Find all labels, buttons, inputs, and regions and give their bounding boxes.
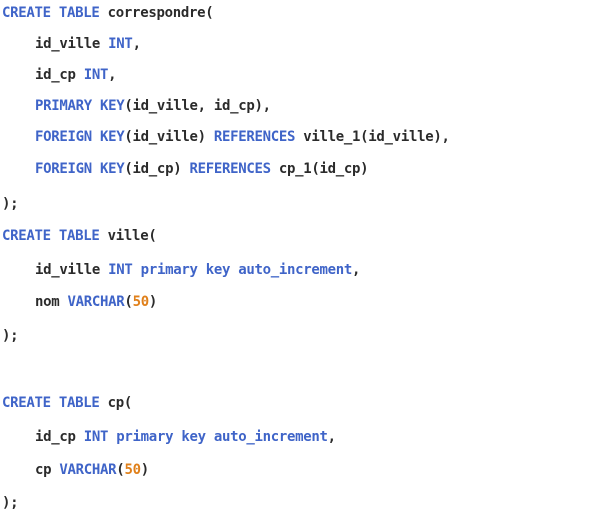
code-line: id_cp INT, (35, 64, 117, 86)
sql-keyword: REFERENCES (189, 161, 271, 177)
sql-identifier: correspondre( (99, 5, 214, 21)
sql-identifier: ); (2, 328, 19, 344)
sql-identifier: ); (2, 196, 19, 212)
code-line: cp VARCHAR(50) (35, 459, 149, 481)
sql-number: 50 (132, 294, 150, 310)
sql-identifier: id_cp (35, 429, 84, 445)
sql-identifier: , (132, 36, 141, 52)
code-line: FOREIGN KEY(id_ville) REFERENCES ville_1… (35, 126, 450, 148)
sql-identifier: cp( (99, 395, 133, 411)
sql-keyword: FOREIGN KEY (35, 129, 125, 145)
code-line: ); (2, 492, 19, 514)
sql-identifier: , (108, 67, 117, 83)
sql-identifier: (id_ville, id_cp), (124, 98, 271, 114)
sql-code-view: CREATE TABLE correspondre(id_ville INT, i… (0, 0, 592, 517)
code-line: PRIMARY KEY(id_ville, id_cp), (35, 95, 271, 117)
sql-keyword: CREATE TABLE (2, 395, 100, 411)
code-line: CREATE TABLE ville( (2, 225, 157, 247)
sql-keyword: REFERENCES (213, 129, 296, 145)
code-line: ); (2, 193, 19, 215)
sql-keyword: CREATE TABLE (2, 228, 100, 244)
sql-identifier: (id_cp) (124, 161, 190, 177)
sql-keyword: FOREIGN KEY (35, 161, 125, 177)
code-line: CREATE TABLE correspondre( (2, 2, 214, 24)
sql-identifier: cp (35, 462, 60, 478)
sql-identifier: (id_ville) (124, 129, 214, 145)
sql-keyword: CREATE TABLE (2, 5, 100, 21)
code-line: id_ville INT, (35, 33, 141, 55)
sql-identifier: ville_1(id_ville), (295, 129, 450, 145)
sql-number: 50 (124, 462, 141, 478)
sql-identifier: cp_1(id_cp) (270, 161, 369, 177)
sql-identifier: , (352, 262, 361, 278)
code-line: nom VARCHAR(50) (35, 291, 157, 313)
sql-keyword: INT (108, 36, 133, 52)
sql-identifier: ) (140, 462, 149, 478)
sql-identifier: ville( (99, 228, 157, 244)
sql-identifier: id_cp (35, 67, 84, 83)
sql-keyword: INT primary key auto_increment (108, 262, 353, 278)
sql-identifier: id_ville (35, 262, 109, 278)
sql-identifier: id_ville (35, 36, 109, 52)
sql-keyword: VARCHAR (67, 294, 125, 310)
sql-identifier: ); (2, 495, 19, 511)
code-line: id_cp INT primary key auto_increment, (35, 426, 336, 448)
code-line: id_ville INT primary key auto_increment, (35, 259, 360, 281)
sql-identifier: , (327, 429, 336, 445)
sql-identifier: ) (148, 294, 157, 310)
sql-identifier: nom (35, 294, 68, 310)
code-line: FOREIGN KEY(id_cp) REFERENCES cp_1(id_cp… (35, 158, 369, 180)
sql-identifier: ( (124, 294, 133, 310)
sql-keyword: INT (83, 67, 109, 83)
code-line: CREATE TABLE cp( (2, 392, 132, 414)
sql-keyword: PRIMARY KEY (35, 98, 125, 114)
code-line: ); (2, 325, 19, 347)
sql-keyword: VARCHAR (59, 462, 117, 478)
sql-keyword: INT primary key auto_increment (83, 429, 328, 445)
